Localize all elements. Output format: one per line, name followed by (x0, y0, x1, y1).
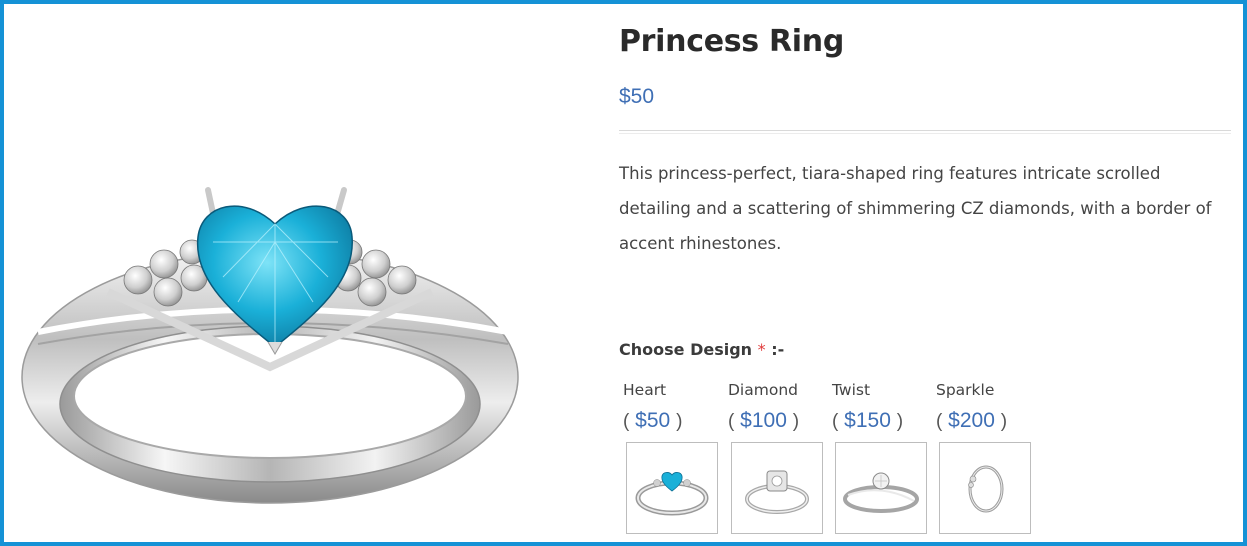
close-paren: ) (1000, 411, 1008, 432)
open-paren: ( (936, 411, 943, 432)
design-option-heart[interactable]: Heart ( $50 ) (623, 380, 727, 534)
open-paren: ( (832, 411, 839, 432)
option-price-value: $100 (740, 409, 787, 432)
option-price-value: $50 (635, 409, 671, 432)
open-paren: ( (728, 411, 735, 432)
design-thumb-sparkle[interactable] (939, 442, 1031, 534)
choose-design-label: Choose Design * :- (619, 340, 784, 359)
design-thumb-diamond[interactable] (731, 442, 823, 534)
product-description: This princess-perfect, tiara-shaped ring… (619, 164, 1212, 253)
product-info: Princess Ring $50 This princess-perfect,… (619, 24, 1231, 534)
design-option-sparkle[interactable]: Sparkle ( $200 ) (936, 380, 1040, 534)
product-title: Princess Ring (619, 24, 845, 59)
option-price: ( $100 ) (728, 408, 832, 435)
open-paren: ( (623, 411, 630, 432)
product-price: $50 (619, 85, 655, 108)
option-price-value: $200 (948, 409, 995, 432)
option-price: ( $150 ) (832, 408, 936, 435)
close-paren: ) (676, 411, 683, 432)
close-paren: ) (792, 411, 800, 432)
close-paren: ) (896, 411, 904, 432)
option-name: Diamond (728, 381, 798, 399)
divider (619, 130, 1231, 134)
option-price: ( $50 ) (623, 408, 727, 435)
design-thumb-twist[interactable] (835, 442, 927, 534)
design-thumb-heart[interactable] (626, 442, 718, 534)
option-price-value: $150 (844, 409, 891, 432)
design-option-twist[interactable]: Twist ( $150 ) (832, 380, 936, 534)
choose-design-suffix: :- (771, 340, 785, 359)
option-price: ( $200 ) (936, 408, 1040, 435)
option-name: Heart (623, 381, 667, 399)
choose-design-text: Choose Design (619, 340, 753, 359)
option-name: Twist (832, 381, 871, 399)
product-image (18, 182, 532, 516)
design-option-diamond[interactable]: Diamond ( $100 ) (728, 380, 832, 534)
required-mark: * (757, 340, 766, 359)
option-name: Sparkle (936, 381, 995, 399)
product-page: Princess Ring $50 This princess-perfect,… (0, 0, 1247, 546)
design-options: Heart ( $50 ) Diamond ($100) Twist ($… (619, 380, 1039, 540)
